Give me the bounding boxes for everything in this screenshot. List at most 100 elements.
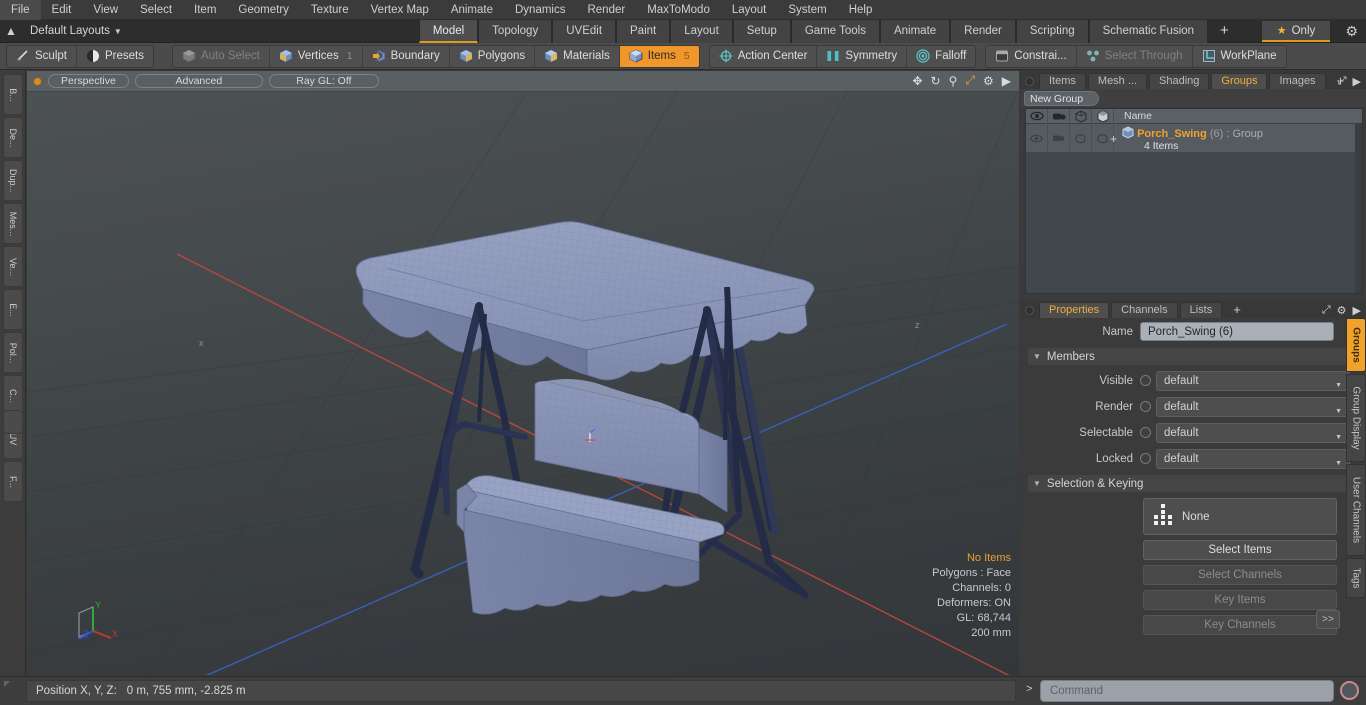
select-items-button[interactable]: Select Items (1143, 540, 1337, 560)
visible-radio-icon[interactable] (1140, 375, 1151, 386)
layout-tab-topology[interactable]: Topology (478, 19, 553, 43)
menu-item-view[interactable]: View (82, 0, 129, 20)
add-layout-tab-button[interactable]: + (1208, 20, 1241, 43)
menu-item-vertex-map[interactable]: Vertex Map (360, 0, 440, 20)
layout-tab-render[interactable]: Render (950, 19, 1016, 43)
gear-icon[interactable]: ⚙ (983, 74, 994, 88)
left-tab-polygon[interactable]: Pol... (3, 332, 23, 373)
visible-dropdown[interactable]: default (1156, 370, 1350, 395)
layout-tab-uvedit[interactable]: UVEdit (552, 19, 617, 43)
render-radio-icon[interactable] (1140, 401, 1151, 412)
layout-tab-setup[interactable]: Setup (732, 19, 791, 43)
group-list-scrollbar[interactable] (1355, 124, 1362, 293)
gear-icon[interactable]: ⚙ (1337, 304, 1347, 317)
selection-set-picker[interactable]: None (1143, 498, 1337, 535)
menu-item-system[interactable]: System (777, 0, 837, 20)
layout-tab-game-tools[interactable]: Game Tools (790, 19, 880, 43)
selectable-control[interactable]: default (1140, 422, 1350, 447)
panel-tab-properties[interactable]: Properties (1039, 302, 1110, 318)
layout-tab-schematic-fusion[interactable]: Schematic Fusion (1088, 19, 1209, 43)
left-tab-deform[interactable]: De... (3, 117, 23, 158)
render-control[interactable]: default (1140, 396, 1350, 421)
layout-tab-paint[interactable]: Paint (616, 19, 671, 43)
menu-item-texture[interactable]: Texture (300, 0, 360, 20)
locked-radio-icon[interactable] (1140, 453, 1151, 464)
panel-menu-icon[interactable] (1025, 77, 1034, 86)
toolbar-button-boundary[interactable]: Boundary (363, 45, 450, 67)
section-header-selection-keying[interactable]: ▼ Selection & Keying (1028, 475, 1362, 492)
panel-tab-channels[interactable]: Channels (1111, 302, 1178, 318)
toolbar-button-vertices[interactable]: Vertices 1 (270, 45, 363, 67)
viewport-dot-icon[interactable] (33, 76, 42, 86)
panel-tab-items[interactable]: Items (1039, 73, 1086, 89)
menu-item-select[interactable]: Select (129, 0, 183, 20)
maximize-icon[interactable]: ⤢ (1338, 75, 1347, 88)
toolbar-button-materials[interactable]: Materials (535, 45, 620, 67)
toolbar-button-symmetry[interactable]: Symmetry (817, 45, 908, 67)
maximize-icon[interactable]: ⤢ (965, 73, 975, 88)
menu-item-help[interactable]: Help (838, 0, 884, 20)
layout-tab-layout[interactable]: Layout (670, 19, 733, 43)
menu-item-dynamics[interactable]: Dynamics (504, 0, 576, 20)
side-tab-tags[interactable]: Tags (1346, 558, 1366, 598)
left-tab-vertex[interactable]: Ve... (3, 246, 23, 287)
row-eye-toggle[interactable] (1026, 124, 1048, 152)
viewport-3d[interactable]: Perspective Advanced Ray GL: Off ✥ ↻ ⚲ ⤢… (27, 71, 1019, 675)
more-options-button[interactable]: >> (1316, 610, 1340, 629)
locked-dropdown[interactable]: default (1156, 448, 1350, 473)
toolbar-button-items[interactable]: Items 5 (619, 45, 699, 67)
viewport-canvas[interactable]: x z (27, 92, 1019, 675)
section-header-members[interactable]: ▼ Members (1028, 348, 1362, 365)
menu-item-layout[interactable]: Layout (721, 0, 778, 20)
toolbar-button-sculpt[interactable]: Sculpt (7, 45, 77, 67)
rotate-icon[interactable]: ↻ (931, 74, 941, 88)
left-tab-edge[interactable]: E... (3, 289, 23, 330)
toolbar-button-action-center[interactable]: Action Center (710, 45, 818, 67)
properties-add-tab-button[interactable]: + (1224, 302, 1250, 318)
toolbar-button-presets[interactable]: Presets (77, 46, 153, 67)
properties-menu-icon[interactable] (1025, 306, 1034, 315)
group-list[interactable]: Name + Porch_Swing (6): Group 4 Items (1025, 108, 1363, 294)
table-row[interactable]: + Porch_Swing (6) : Group 4 Items (1026, 124, 1362, 152)
new-group-button[interactable]: New Group (1024, 91, 1099, 106)
toolbar-button-falloff[interactable]: Falloff (907, 46, 975, 67)
record-icon[interactable] (1340, 681, 1359, 700)
menu-item-render[interactable]: Render (576, 0, 636, 20)
home-icon[interactable]: ▲ (0, 24, 22, 38)
toolbar-button-select-through[interactable]: Select Through (1077, 45, 1193, 67)
panel-tab-groups[interactable]: Groups (1211, 73, 1268, 89)
visible-control[interactable]: default (1140, 370, 1350, 395)
side-tab-user-channels[interactable]: User Channels (1346, 464, 1366, 556)
left-tab-basic[interactable]: B... (3, 74, 23, 115)
panel-tab-lists[interactable]: Lists (1179, 302, 1223, 318)
maximize-icon[interactable]: ⤢ (1322, 304, 1331, 317)
toolbar-button-workplane[interactable]: WorkPlane (1193, 46, 1286, 67)
left-tab-duplicate[interactable]: Dup... (3, 160, 23, 201)
left-tab-extra[interactable] (3, 410, 23, 434)
layout-tab-model[interactable]: Model (418, 19, 479, 43)
selectable-radio-icon[interactable] (1140, 427, 1151, 438)
render-dropdown[interactable]: default (1156, 396, 1350, 421)
row-wire-toggle[interactable] (1070, 124, 1092, 152)
left-tab-mesh[interactable]: Mes... (3, 203, 23, 244)
menu-item-edit[interactable]: Edit (41, 0, 83, 20)
viewport-pill-perspective[interactable]: Perspective (48, 74, 129, 88)
menu-item-animate[interactable]: Animate (440, 0, 504, 20)
row-expand-toggle[interactable]: + (1110, 132, 1117, 146)
toolbar-button-constraint[interactable]: Constrai... (986, 45, 1077, 67)
menu-item-geometry[interactable]: Geometry (227, 0, 300, 20)
left-tab-fusion[interactable]: F... (3, 461, 23, 502)
panel-tab-images[interactable]: Images (1269, 73, 1326, 89)
chevron-right-icon[interactable]: ▶ (1353, 304, 1361, 317)
only-toggle-button[interactable]: ★ Only (1262, 21, 1330, 42)
chevron-right-icon[interactable]: ▶ (1002, 74, 1011, 88)
gear-icon[interactable]: ⚙ (1345, 23, 1358, 40)
toolbar-button-polygons[interactable]: Polygons (450, 45, 536, 67)
zoom-icon[interactable]: ⚲ (949, 74, 958, 88)
row-render-toggle[interactable] (1048, 124, 1070, 152)
command-input[interactable]: Command (1040, 680, 1334, 702)
move-icon[interactable]: ✥ (912, 74, 922, 88)
panel-tab-mesh[interactable]: Mesh ... (1087, 73, 1148, 89)
panel-tab-shading[interactable]: Shading (1149, 73, 1210, 89)
layout-selector[interactable]: Default Layouts ▼ (22, 25, 130, 37)
